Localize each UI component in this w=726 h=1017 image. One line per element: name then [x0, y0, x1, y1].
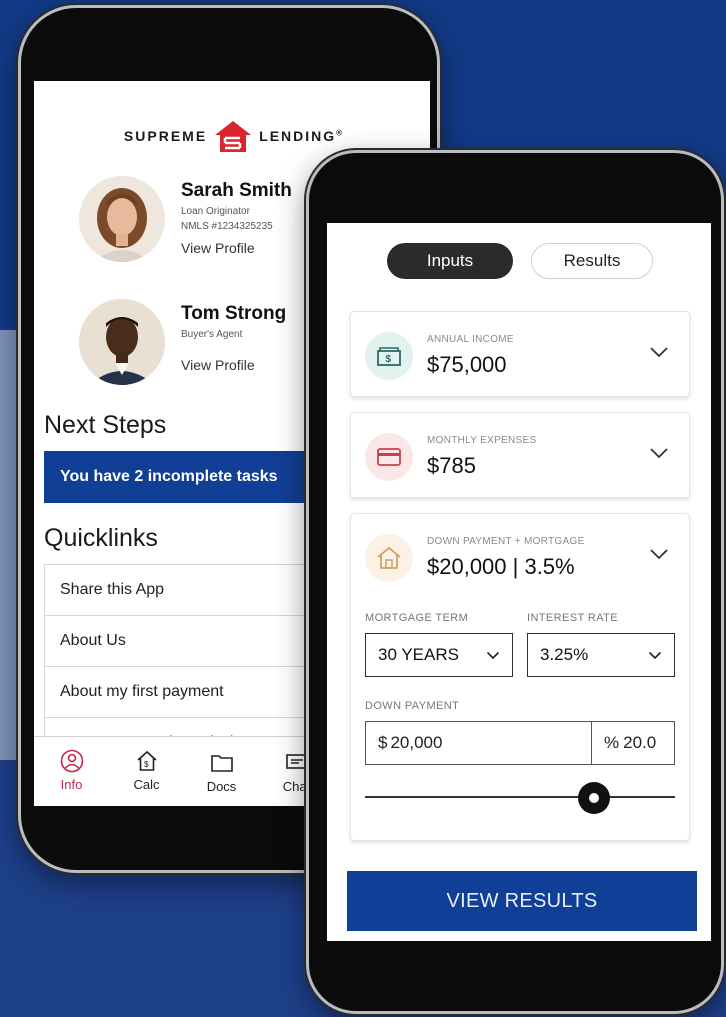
chat-icon [285, 754, 308, 769]
contact-name: Sarah Smith [181, 180, 292, 201]
chevron-down-icon[interactable] [649, 548, 669, 560]
chevron-down-icon [648, 651, 662, 660]
tab-inputs[interactable]: Inputs [387, 243, 513, 279]
down-payment-mortgage-label: DOWN PAYMENT + MORTGAGE [427, 536, 585, 547]
interest-rate-label: INTEREST RATE [527, 612, 618, 624]
contact-role: Buyer's Agent [181, 329, 243, 340]
chevron-down-icon[interactable] [649, 447, 669, 459]
chevron-down-icon [486, 651, 500, 660]
profile-icon [60, 749, 83, 773]
supreme-lending-logo: SUPREME LENDING® [104, 121, 364, 152]
tab-results[interactable]: Results [531, 243, 653, 279]
calculator-screen: Inputs Results $ ANNUAL INCOME $75,000 M… [327, 223, 711, 941]
annual-income-label: ANNUAL INCOME [427, 334, 514, 345]
contact-name: Tom Strong [181, 303, 287, 324]
cash-icon: $ [365, 332, 413, 380]
tab-label: Docs [206, 779, 237, 794]
phone-right: Inputs Results $ ANNUAL INCOME $75,000 M… [306, 150, 724, 1014]
credit-card-icon [365, 433, 413, 481]
interest-rate-value: 3.25% [540, 645, 589, 664]
chevron-down-icon[interactable] [649, 346, 669, 358]
quicklink-share-app[interactable]: Share this App [44, 564, 344, 615]
down-payment-percent-input[interactable]: % 20.0 [591, 721, 675, 765]
tab-info[interactable]: Info [34, 737, 109, 806]
contact-nmls: NMLS #1234325235 [181, 221, 273, 232]
next-steps-heading: Next Steps [44, 411, 167, 439]
monthly-expenses-card[interactable]: MONTHLY EXPENSES $785 [350, 412, 690, 498]
incomplete-tasks-banner[interactable]: You have 2 incomplete tasks [44, 451, 334, 503]
logo-word-right: LENDING® [259, 128, 345, 144]
tab-label: Calc [133, 777, 160, 792]
view-results-button[interactable]: VIEW RESULTS [347, 871, 697, 931]
down-payment-mortgage-value: $20,000 | 3.5% [427, 554, 575, 579]
monthly-expenses-value: $785 [427, 453, 476, 478]
tab-label: Info [60, 777, 83, 792]
down-payment-mortgage-card: DOWN PAYMENT + MORTGAGE $20,000 | 3.5% M… [350, 513, 690, 841]
tab-calc[interactable]: $ Calc [109, 737, 184, 806]
tab-docs[interactable]: Docs [184, 737, 259, 806]
avatar[interactable] [79, 299, 165, 385]
down-payment-percent: 20.0 [623, 733, 657, 752]
quicklinks-heading: Quicklinks [44, 524, 158, 552]
contact-role: Loan Originator [181, 206, 250, 217]
portrait-man-icon [79, 299, 165, 385]
mortgage-term-label: MORTGAGE TERM [365, 612, 469, 624]
monthly-expenses-label: MONTHLY EXPENSES [427, 435, 537, 446]
logo-house-mark-icon [215, 121, 252, 152]
mortgage-term-select[interactable]: 30 YEARS [365, 633, 513, 677]
house-icon [365, 534, 413, 582]
down-payment-slider-track[interactable] [365, 796, 675, 798]
view-profile-link[interactable]: View Profile [181, 240, 255, 256]
portrait-woman-icon [79, 176, 165, 262]
down-payment-slider-thumb[interactable] [578, 782, 611, 814]
annual-income-card[interactable]: $ ANNUAL INCOME $75,000 [350, 311, 690, 397]
folder-icon [210, 755, 233, 772]
svg-text:$: $ [386, 354, 392, 365]
down-payment-amount: 20,000 [390, 733, 443, 752]
down-payment-amount-input[interactable]: $ 20,000 [365, 721, 593, 765]
svg-text:$: $ [144, 760, 149, 769]
annual-income-value: $75,000 [427, 352, 507, 377]
view-profile-link[interactable]: View Profile [181, 357, 255, 373]
logo-word-left: SUPREME [123, 128, 208, 144]
percent-symbol: % [604, 733, 620, 752]
home-dollar-icon: $ [136, 750, 157, 771]
currency-symbol: $ [378, 733, 388, 752]
mortgage-term-value: 30 YEARS [378, 645, 459, 664]
quicklink-first-payment[interactable]: About my first payment [44, 666, 344, 717]
down-payment-label: DOWN PAYMENT [365, 700, 460, 712]
quicklink-about-us[interactable]: About Us [44, 615, 344, 666]
avatar[interactable] [79, 176, 165, 262]
interest-rate-select[interactable]: 3.25% [527, 633, 675, 677]
